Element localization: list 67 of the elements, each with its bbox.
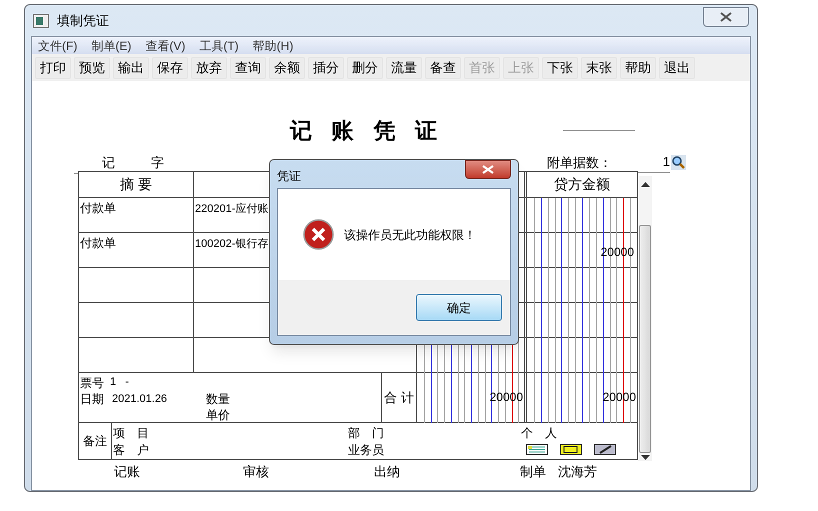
toolbar-button[interactable]: 流量 — [386, 56, 422, 78]
list-icon[interactable] — [526, 444, 548, 455]
total-label: 合 计 — [384, 388, 414, 407]
toolbar-button[interactable]: 备查 — [425, 56, 461, 78]
toolbar-button[interactable]: 输出 — [113, 56, 149, 78]
customer-label: 客 户 — [113, 442, 149, 459]
menu-item[interactable]: 文件(F) — [38, 36, 78, 54]
toolbar-button[interactable]: 帮助 — [620, 56, 656, 78]
menu-item[interactable]: 查看(V) — [145, 36, 186, 54]
toolbar-button[interactable]: 打印 — [35, 56, 71, 78]
dialog-title: 凭证 — [277, 168, 301, 185]
error-icon — [303, 219, 334, 250]
ok-button[interactable]: 确定 — [416, 294, 502, 321]
pencil-icon[interactable] — [594, 444, 616, 455]
signature-label: 记账 — [114, 463, 140, 481]
vertical-scrollbar[interactable] — [638, 176, 652, 461]
table-cell: 100202-银行存 — [195, 238, 268, 250]
scroll-up-icon[interactable] — [640, 182, 650, 187]
toolbar-button[interactable]: 保存 — [152, 56, 188, 78]
scroll-down-icon[interactable] — [640, 455, 650, 460]
project-label: 项 目 — [113, 425, 149, 442]
table-cell: 付款单 — [80, 236, 116, 250]
signature-label: 制单 — [520, 463, 546, 481]
close-icon — [720, 12, 732, 22]
table-cell: 220201-应付账 — [195, 203, 268, 215]
attachments-label: 附单据数： — [547, 154, 612, 172]
search-icon[interactable] — [671, 154, 686, 170]
close-button[interactable] — [465, 160, 511, 179]
title-underline — [563, 130, 635, 131]
unit-price-label: 单价 — [206, 407, 230, 424]
column-header: 摘 要 — [120, 175, 152, 194]
remarks-label: 备注 — [83, 433, 107, 450]
person-label: 个 人 — [521, 425, 557, 442]
toolbar-button[interactable]: 下张 — [542, 56, 578, 78]
toolbar-button[interactable]: 插分 — [308, 56, 344, 78]
column-header: 贷方金额 — [554, 175, 610, 194]
menu-item[interactable]: 帮助(H) — [252, 36, 294, 54]
quantity-label: 数量 — [206, 391, 230, 408]
ticket-value: 1 - — [110, 375, 129, 390]
dialog-message: 该操作员无此功能权限！ — [344, 226, 476, 244]
department-label: 部 门 — [348, 425, 384, 442]
close-icon — [482, 165, 494, 174]
table-cell: 付款单 — [80, 201, 116, 215]
toolbar-button[interactable]: 余额 — [269, 56, 305, 78]
date-label: 日期 — [80, 391, 104, 408]
menu-item[interactable]: 制单(E) — [91, 36, 132, 54]
ticket-label: 票号 — [80, 375, 104, 392]
salesperson-label: 业务员 — [348, 442, 384, 459]
card-icon[interactable] — [560, 444, 582, 455]
toolbar-button[interactable]: 退出 — [659, 56, 695, 78]
window-title: 填制凭证 — [57, 12, 109, 30]
signature-label: 审核 — [243, 463, 269, 481]
scrollbar-thumb[interactable] — [639, 225, 651, 453]
date-value: 2021.01.26 — [112, 392, 168, 407]
toolbar-button[interactable]: 放弃 — [191, 56, 227, 78]
toolbar-button[interactable]: 删分 — [347, 56, 383, 78]
toolbar-button[interactable]: 查询 — [230, 56, 266, 78]
voucher-type: 记 — [102, 154, 115, 172]
voucher-type-suffix: 字 — [151, 154, 164, 172]
signature-label: 出纳 — [374, 463, 400, 481]
voucher-title: 记 账 凭 证 — [290, 117, 443, 146]
menu-item[interactable]: 工具(T) — [199, 36, 239, 54]
toolbar-button[interactable]: 末张 — [581, 56, 617, 78]
toolbar-button[interactable]: 预览 — [74, 56, 110, 78]
signature-name: 沈海芳 — [558, 463, 597, 481]
close-button[interactable] — [703, 6, 749, 26]
app-icon — [33, 14, 49, 28]
